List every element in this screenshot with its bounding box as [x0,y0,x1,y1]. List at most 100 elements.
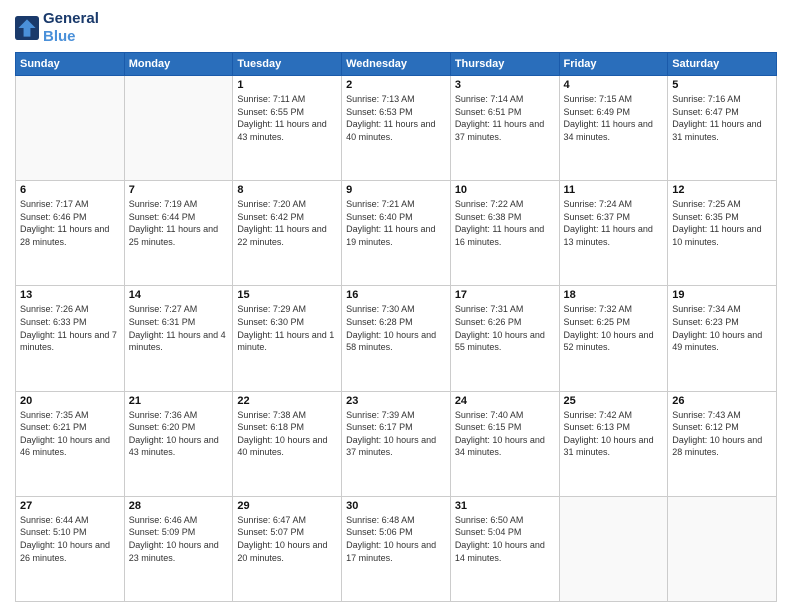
day-info: Sunrise: 7:19 AM Sunset: 6:44 PM Dayligh… [129,198,229,248]
calendar-week-row: 20 Sunrise: 7:35 AM Sunset: 6:21 PM Dayli… [16,391,777,496]
day-info: Sunrise: 7:14 AM Sunset: 6:51 PM Dayligh… [455,93,555,143]
calendar-header-row: SundayMondayTuesdayWednesdayThursdayFrid… [16,53,777,76]
day-info: Sunrise: 7:21 AM Sunset: 6:40 PM Dayligh… [346,198,446,248]
calendar-day-cell [668,496,777,601]
day-info: Sunrise: 7:32 AM Sunset: 6:25 PM Dayligh… [564,303,664,353]
day-number: 1 [237,79,337,91]
day-of-week-header: Saturday [668,53,777,76]
day-info: Sunrise: 6:50 AM Sunset: 5:04 PM Dayligh… [455,514,555,564]
day-number: 23 [346,395,446,407]
generalblue-logo-icon [15,16,39,40]
day-number: 2 [346,79,446,91]
day-info: Sunrise: 7:31 AM Sunset: 6:26 PM Dayligh… [455,303,555,353]
day-number: 18 [564,289,664,301]
day-number: 28 [129,500,229,512]
calendar-day-cell: 7 Sunrise: 7:19 AM Sunset: 6:44 PM Daylig… [124,181,233,286]
day-number: 10 [455,184,555,196]
day-number: 20 [20,395,120,407]
day-number: 3 [455,79,555,91]
calendar-day-cell: 13Sunrise: 7:26 AM Sunset: 6:33 PM Dayli… [16,286,125,391]
calendar-day-cell: 18 Sunrise: 7:32 AM Sunset: 6:25 PM Dayli… [559,286,668,391]
calendar-day-cell: 17 Sunrise: 7:31 AM Sunset: 6:26 PM Dayli… [450,286,559,391]
calendar-day-cell: 8 Sunrise: 7:20 AM Sunset: 6:42 PM Daylig… [233,181,342,286]
calendar-day-cell [559,496,668,601]
day-info: Sunrise: 7:26 AM Sunset: 6:33 PM Dayligh… [20,303,120,353]
calendar-day-cell: 28 Sunrise: 6:46 AM Sunset: 5:09 PM Dayli… [124,496,233,601]
day-info: Sunrise: 7:42 AM Sunset: 6:13 PM Dayligh… [564,409,664,459]
calendar-day-cell: 22 Sunrise: 7:38 AM Sunset: 6:18 PM Dayli… [233,391,342,496]
calendar-day-cell: 25 Sunrise: 7:42 AM Sunset: 6:13 PM Dayli… [559,391,668,496]
day-number: 6 [20,184,120,196]
calendar-day-cell: 11Sunrise: 7:24 AM Sunset: 6:37 PM Dayli… [559,181,668,286]
day-number: 29 [237,500,337,512]
calendar-day-cell: 16 Sunrise: 7:30 AM Sunset: 6:28 PM Dayli… [342,286,451,391]
calendar-day-cell [124,76,233,181]
day-info: Sunrise: 6:48 AM Sunset: 5:06 PM Dayligh… [346,514,446,564]
calendar-day-cell: 30 Sunrise: 6:48 AM Sunset: 5:06 PM Dayli… [342,496,451,601]
day-number: 9 [346,184,446,196]
day-info: Sunrise: 6:47 AM Sunset: 5:07 PM Dayligh… [237,514,337,564]
day-number: 14 [129,289,229,301]
day-info: Sunrise: 7:20 AM Sunset: 6:42 PM Dayligh… [237,198,337,248]
calendar-day-cell: 5 Sunrise: 7:16 AM Sunset: 6:47 PM Daylig… [668,76,777,181]
day-number: 31 [455,500,555,512]
day-of-week-header: Tuesday [233,53,342,76]
calendar-day-cell: 19Sunrise: 7:34 AM Sunset: 6:23 PM Dayli… [668,286,777,391]
calendar-day-cell: 27 Sunrise: 6:44 AM Sunset: 5:10 PM Dayli… [16,496,125,601]
day-info: Sunrise: 7:38 AM Sunset: 6:18 PM Dayligh… [237,409,337,459]
day-info: Sunrise: 7:35 AM Sunset: 6:21 PM Dayligh… [20,409,120,459]
day-number: 7 [129,184,229,196]
day-number: 25 [564,395,664,407]
day-of-week-header: Friday [559,53,668,76]
calendar-day-cell: 3 Sunrise: 7:14 AM Sunset: 6:51 PM Daylig… [450,76,559,181]
day-number: 24 [455,395,555,407]
calendar-day-cell: 24 Sunrise: 7:40 AM Sunset: 6:15 PM Dayli… [450,391,559,496]
day-info: Sunrise: 7:30 AM Sunset: 6:28 PM Dayligh… [346,303,446,353]
calendar-day-cell: 20 Sunrise: 7:35 AM Sunset: 6:21 PM Dayli… [16,391,125,496]
calendar-week-row: 1 Sunrise: 7:11 AM Sunset: 6:55 PM Daylig… [16,76,777,181]
day-of-week-header: Wednesday [342,53,451,76]
day-info: Sunrise: 6:44 AM Sunset: 5:10 PM Dayligh… [20,514,120,564]
day-number: 21 [129,395,229,407]
calendar-week-row: 6 Sunrise: 7:17 AM Sunset: 6:46 PM Daylig… [16,181,777,286]
day-info: Sunrise: 7:17 AM Sunset: 6:46 PM Dayligh… [20,198,120,248]
day-info: Sunrise: 7:40 AM Sunset: 6:15 PM Dayligh… [455,409,555,459]
calendar-day-cell: 1 Sunrise: 7:11 AM Sunset: 6:55 PM Daylig… [233,76,342,181]
calendar-day-cell: 15 Sunrise: 7:29 AM Sunset: 6:30 PM Dayli… [233,286,342,391]
day-number: 15 [237,289,337,301]
day-number: 19 [672,289,772,301]
day-number: 30 [346,500,446,512]
day-info: Sunrise: 7:16 AM Sunset: 6:47 PM Dayligh… [672,93,772,143]
calendar-day-cell: 6 Sunrise: 7:17 AM Sunset: 6:46 PM Daylig… [16,181,125,286]
calendar-day-cell: 26Sunrise: 7:43 AM Sunset: 6:12 PM Dayli… [668,391,777,496]
calendar-week-row: 13Sunrise: 7:26 AM Sunset: 6:33 PM Dayli… [16,286,777,391]
day-info: Sunrise: 7:15 AM Sunset: 6:49 PM Dayligh… [564,93,664,143]
day-number: 5 [672,79,772,91]
calendar-day-cell: 31 Sunrise: 6:50 AM Sunset: 5:04 PM Dayli… [450,496,559,601]
calendar-day-cell: 21 Sunrise: 7:36 AM Sunset: 6:20 PM Dayli… [124,391,233,496]
day-info: Sunrise: 6:46 AM Sunset: 5:09 PM Dayligh… [129,514,229,564]
day-info: Sunrise: 7:36 AM Sunset: 6:20 PM Dayligh… [129,409,229,459]
logo: General Blue [15,10,99,46]
day-of-week-header: Sunday [16,53,125,76]
day-info: Sunrise: 7:39 AM Sunset: 6:17 PM Dayligh… [346,409,446,459]
day-number: 4 [564,79,664,91]
day-number: 8 [237,184,337,196]
day-info: Sunrise: 7:24 AM Sunset: 6:37 PM Dayligh… [564,198,664,248]
calendar-day-cell: 23 Sunrise: 7:39 AM Sunset: 6:17 PM Dayli… [342,391,451,496]
logo-text: General Blue [43,10,99,46]
day-number: 12 [672,184,772,196]
calendar-week-row: 27 Sunrise: 6:44 AM Sunset: 5:10 PM Dayli… [16,496,777,601]
day-number: 22 [237,395,337,407]
day-number: 17 [455,289,555,301]
calendar-day-cell: 2Sunrise: 7:13 AM Sunset: 6:53 PM Daylig… [342,76,451,181]
day-info: Sunrise: 7:29 AM Sunset: 6:30 PM Dayligh… [237,303,337,353]
calendar-day-cell: 14Sunrise: 7:27 AM Sunset: 6:31 PM Dayli… [124,286,233,391]
day-info: Sunrise: 7:43 AM Sunset: 6:12 PM Dayligh… [672,409,772,459]
day-number: 27 [20,500,120,512]
calendar-day-cell: 12Sunrise: 7:25 AM Sunset: 6:35 PM Dayli… [668,181,777,286]
day-info: Sunrise: 7:11 AM Sunset: 6:55 PM Dayligh… [237,93,337,143]
header: General Blue [15,10,777,46]
day-number: 16 [346,289,446,301]
calendar-day-cell [16,76,125,181]
